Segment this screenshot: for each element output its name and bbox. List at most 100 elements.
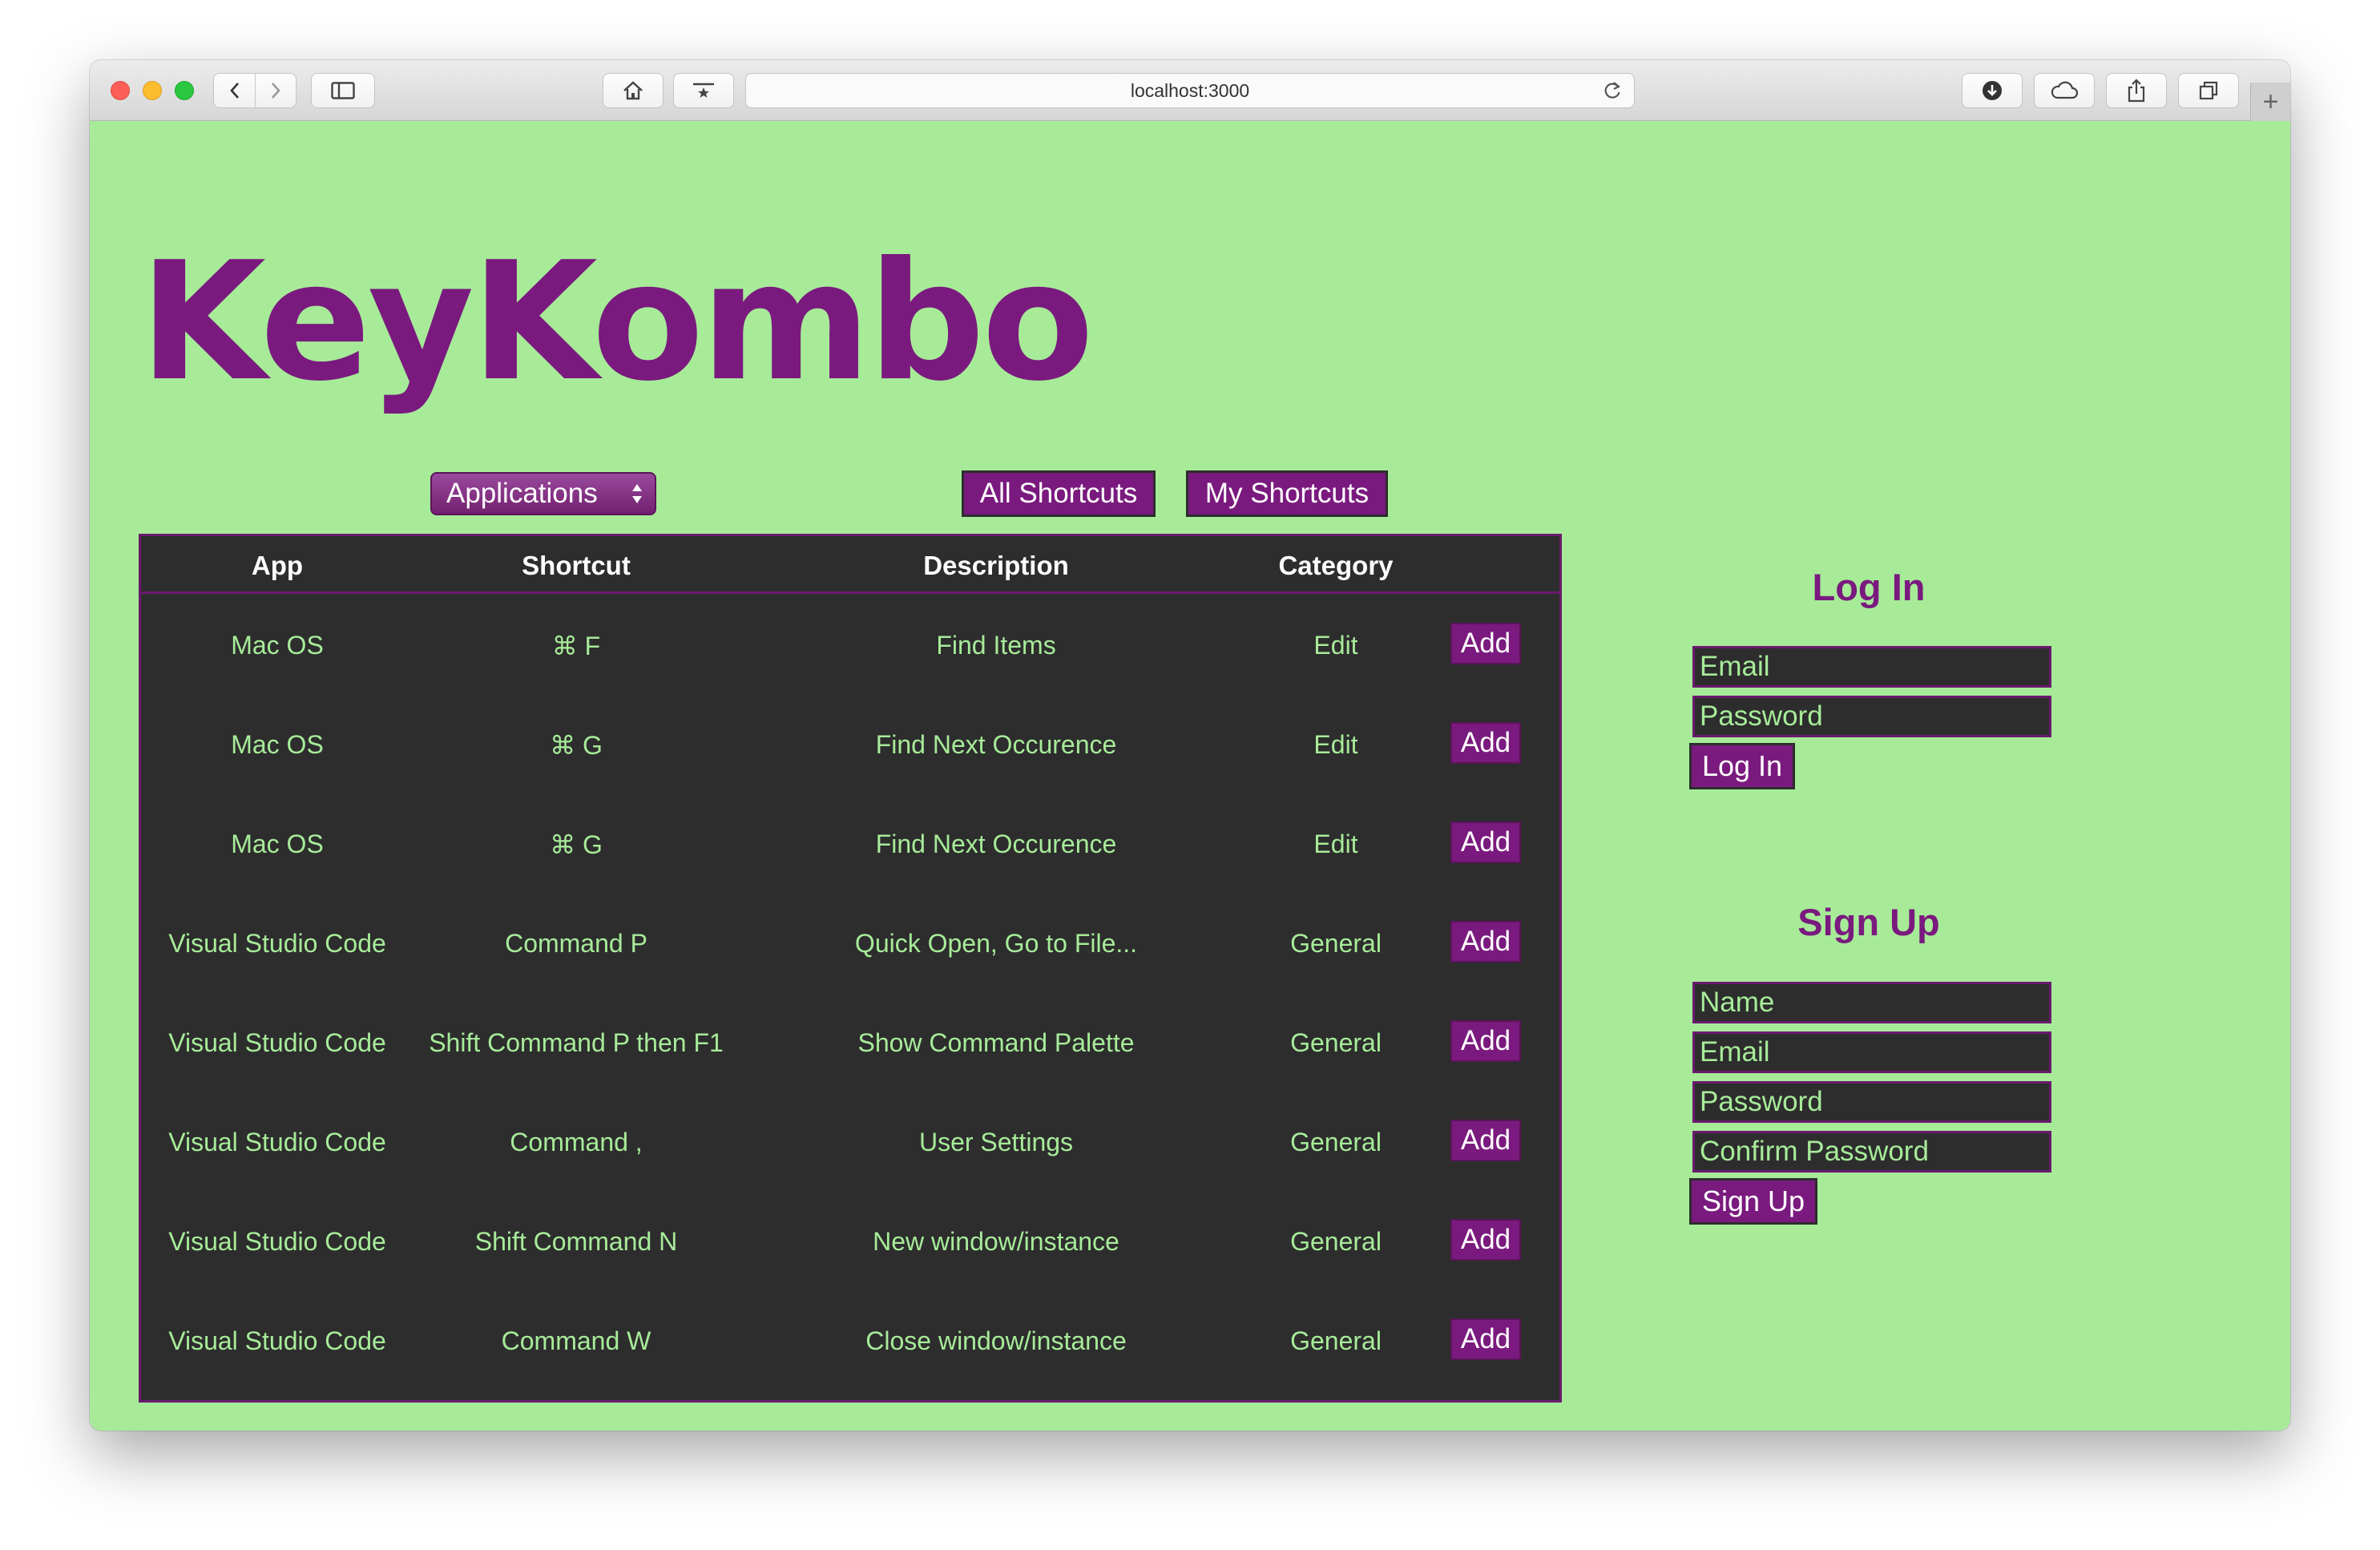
browser-window: localhost:3000 + KeyKombo Applications A… — [90, 60, 2290, 1431]
login-password-field[interactable]: Password — [1692, 696, 2051, 737]
cell-category: General — [1290, 1326, 1382, 1355]
shortcuts-table: App Shortcut Description Category Mac OS… — [139, 534, 1562, 1403]
close-window-button[interactable] — [111, 81, 130, 100]
add-shortcut-button[interactable]: Add — [1450, 722, 1521, 764]
share-button[interactable] — [2106, 73, 2167, 108]
back-forward-buttons — [213, 73, 296, 108]
sidebar-button[interactable] — [311, 73, 375, 108]
zoom-window-button[interactable] — [175, 81, 194, 100]
cell-shortcut: Shift Command N — [474, 1227, 678, 1256]
add-shortcut-button[interactable]: Add — [1450, 1219, 1521, 1261]
tabs-icon — [2199, 81, 2218, 100]
cell-shortcut: Command , — [510, 1128, 643, 1156]
cell-category: General — [1290, 1028, 1382, 1057]
select-arrows-icon — [632, 484, 642, 503]
table-row: Mac OS ⌘ G Find Next Occurence Edit Add — [141, 794, 1559, 894]
cell-description: New window/instance — [873, 1227, 1119, 1256]
new-tab-button[interactable]: + — [2250, 83, 2290, 121]
login-button[interactable]: Log In — [1689, 743, 1795, 789]
cell-category: Edit — [1313, 730, 1358, 759]
cell-app: Visual Studio Code — [168, 1028, 386, 1057]
signup-name-field[interactable]: Name — [1692, 982, 2051, 1023]
page-content: KeyKombo Applications All Shortcuts My S… — [90, 121, 2290, 1431]
signup-email-field[interactable]: Email — [1692, 1031, 2051, 1073]
cell-description: Find Items — [936, 631, 1056, 660]
cell-app: Mac OS — [231, 730, 324, 759]
signup-button[interactable]: Sign Up — [1689, 1178, 1817, 1225]
sidebar-icon — [331, 82, 355, 99]
tabs-overview-button[interactable] — [2178, 73, 2239, 108]
cell-category: Edit — [1313, 829, 1358, 858]
chevron-left-icon — [229, 83, 239, 99]
cell-app: Mac OS — [231, 829, 324, 858]
header-category: Category — [1278, 551, 1394, 580]
cell-description: Quick Open, Go to File... — [854, 929, 1138, 958]
table-row: Visual Studio Code Shift Command N New w… — [141, 1192, 1559, 1291]
cell-description: User Settings — [918, 1128, 1074, 1156]
cell-shortcut: Shift Command P then F1 — [429, 1028, 724, 1057]
table-row: Mac OS ⌘ F Find Items Edit Add — [141, 595, 1559, 695]
cell-shortcut: ⌘ G — [550, 731, 603, 760]
cell-app: Mac OS — [231, 631, 324, 660]
applications-select-value: Applications — [446, 478, 598, 509]
app-logo: KeyKombo — [139, 228, 1094, 418]
table-header: App Shortcut Description Category — [141, 536, 1559, 594]
share-icon — [2128, 79, 2145, 103]
back-button[interactable] — [214, 82, 255, 99]
signup-password-field[interactable]: Password — [1692, 1081, 2051, 1123]
cell-description: Show Command Palette — [857, 1028, 1135, 1057]
address-bar[interactable]: localhost:3000 — [745, 73, 1635, 108]
forward-button[interactable] — [255, 82, 296, 99]
home-icon — [623, 81, 643, 100]
add-shortcut-button[interactable]: Add — [1450, 921, 1521, 963]
all-shortcuts-button[interactable]: All Shortcuts — [962, 470, 1156, 517]
cell-shortcut: Command P — [505, 929, 647, 958]
icloud-tabs-button[interactable] — [2034, 73, 2095, 108]
cell-category: Edit — [1313, 631, 1358, 660]
add-shortcut-button[interactable]: Add — [1450, 1120, 1521, 1161]
cell-category: General — [1290, 1227, 1382, 1256]
cell-app: Visual Studio Code — [168, 1227, 386, 1256]
header-app: App — [251, 551, 304, 580]
cell-description: Find Next Occurence — [875, 829, 1117, 858]
login-email-field[interactable]: Email — [1692, 646, 2051, 688]
cloud-icon — [2051, 81, 2079, 99]
browser-toolbar: localhost:3000 + — [90, 60, 2290, 121]
cell-shortcut: ⌘ F — [551, 632, 601, 660]
plus-icon: + — [2262, 86, 2279, 117]
star-icon — [693, 83, 714, 98]
table-row: Visual Studio Code Command P Quick Open,… — [141, 894, 1559, 993]
cell-app: Visual Studio Code — [168, 1326, 386, 1355]
signup-title: Sign Up — [1797, 901, 1940, 943]
cell-app: Visual Studio Code — [168, 929, 386, 958]
home-button[interactable] — [603, 73, 664, 108]
address-text: localhost:3000 — [1130, 79, 1250, 101]
cell-category: General — [1290, 929, 1382, 958]
login-title: Log In — [1812, 566, 1926, 608]
add-shortcut-button[interactable]: Add — [1450, 1318, 1521, 1360]
my-shortcuts-button[interactable]: My Shortcuts — [1186, 470, 1388, 517]
download-icon — [1983, 81, 2002, 100]
table-row: Mac OS ⌘ G Find Next Occurence Edit Add — [141, 695, 1559, 794]
chevron-right-icon — [271, 83, 280, 99]
add-shortcut-button[interactable]: Add — [1450, 623, 1521, 664]
add-shortcut-button[interactable]: Add — [1450, 821, 1521, 863]
cell-shortcut: Command W — [501, 1326, 651, 1355]
table-row: Visual Studio Code Command W Close windo… — [141, 1291, 1559, 1391]
table-row: Visual Studio Code Command , User Settin… — [141, 1092, 1559, 1192]
signup-confirm-password-field[interactable]: Confirm Password — [1692, 1131, 2051, 1173]
cell-shortcut: ⌘ G — [550, 830, 603, 859]
cell-app: Visual Studio Code — [168, 1128, 386, 1156]
cell-category: General — [1290, 1128, 1382, 1156]
add-shortcut-button[interactable]: Add — [1450, 1020, 1521, 1062]
cell-description: Close window/instance — [865, 1326, 1127, 1355]
cell-description: Find Next Occurence — [875, 730, 1117, 759]
minimize-window-button[interactable] — [143, 81, 162, 100]
table-row: Visual Studio Code Shift Command P then … — [141, 993, 1559, 1092]
bookmarks-button[interactable] — [673, 73, 734, 108]
applications-select[interactable]: Applications — [430, 472, 656, 515]
header-description: Description — [923, 551, 1069, 580]
header-shortcut: Shortcut — [522, 551, 631, 580]
downloads-button[interactable] — [1962, 73, 2023, 108]
reload-icon[interactable] — [1602, 80, 1623, 101]
